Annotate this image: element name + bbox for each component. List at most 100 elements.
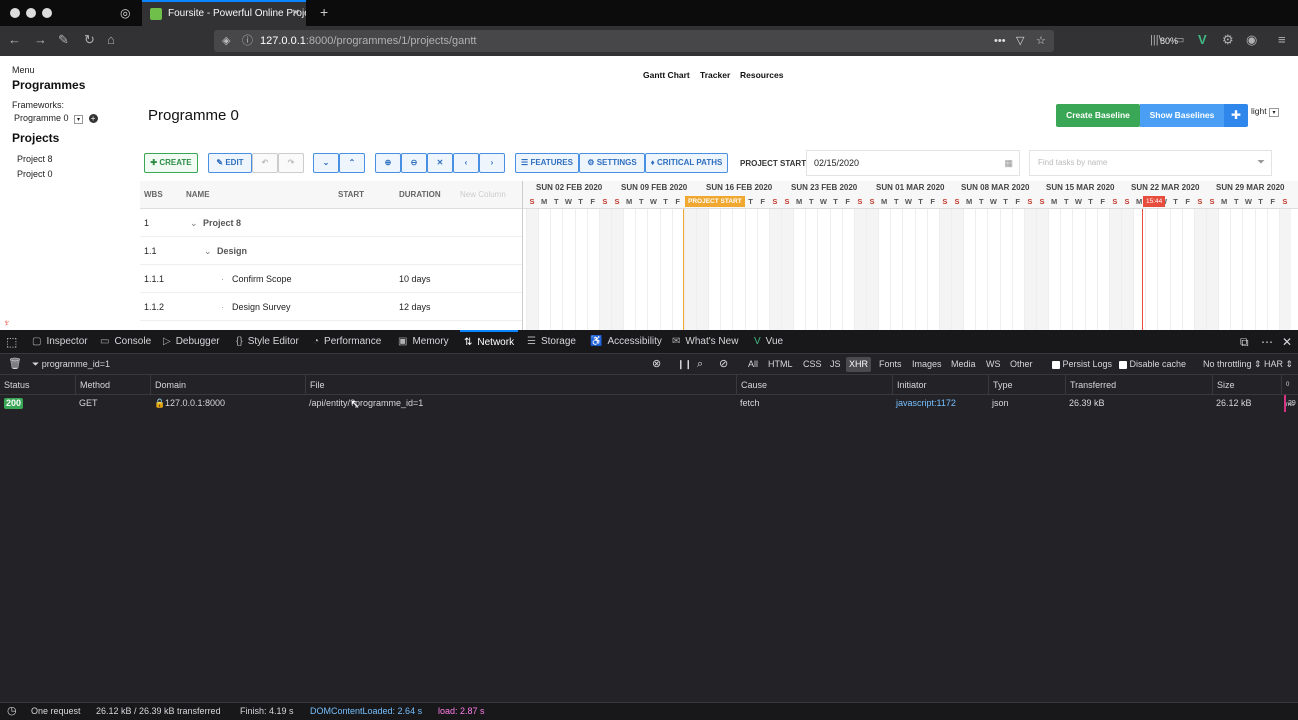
clear-filter-icon[interactable]: ⊗ xyxy=(652,354,661,375)
bookmark-star-icon[interactable]: ☆ xyxy=(1036,30,1046,52)
pocket-icon[interactable]: ▽ xyxy=(1016,30,1024,52)
table-row[interactable]: 1.1.2 · Design Survey 12 days xyxy=(140,293,522,321)
add-baseline-button[interactable]: ✚ xyxy=(1224,104,1248,127)
critical-paths-button[interactable]: ♦ CRITICAL PATHS xyxy=(645,153,728,173)
request-initiator-link[interactable]: javascript:1172 xyxy=(896,395,956,412)
column-header-size[interactable]: Size xyxy=(1212,375,1235,395)
table-row[interactable]: 1.1 ⌄ Design xyxy=(140,237,522,265)
filter-images[interactable]: Images xyxy=(912,354,942,375)
task-search-input[interactable]: Find tasks by name ⏷ xyxy=(1029,150,1272,176)
calendar-icon[interactable]: ▦ xyxy=(1004,151,1013,175)
browser-tab-active[interactable]: Foursite - Powerful Online Proje ✕ xyxy=(142,0,306,26)
more-options-icon[interactable]: ⋯ xyxy=(1261,330,1273,354)
search-icon[interactable]: ⌕ xyxy=(697,354,703,375)
show-baselines-button[interactable]: Show Baselines xyxy=(1140,104,1224,127)
menu-icon[interactable]: ≡ xyxy=(1278,33,1286,47)
tab-accessibility[interactable]: ♿ Accessibility xyxy=(590,330,662,354)
tab-storage[interactable]: ☰ Storage xyxy=(527,330,576,354)
pause-icon[interactable]: ❙❙ xyxy=(677,354,692,375)
column-header-timeline[interactable]: 0 ms xyxy=(1281,375,1298,408)
filter-media[interactable]: Media xyxy=(951,354,976,375)
previous-button[interactable]: ‹ xyxy=(453,153,479,173)
table-row[interactable]: 1.1.1 · Confirm Scope 10 days xyxy=(140,265,522,293)
column-header-duration[interactable]: DURATION xyxy=(399,181,441,209)
gantt-timeline[interactable]: SUN 02 FEB 2020 S M T W T F S SUN 09 FEB 2020 S M T… xyxy=(522,181,1298,330)
column-header-type[interactable]: Type xyxy=(988,375,1013,395)
column-header-method[interactable]: Method xyxy=(75,375,110,395)
shield-icon[interactable]: ◈ xyxy=(222,30,230,52)
column-header-file[interactable]: File xyxy=(305,375,325,395)
chevron-down-icon[interactable]: ▾ xyxy=(74,115,84,124)
column-header-transferred[interactable]: Transferred xyxy=(1065,375,1116,395)
address-bar[interactable]: ◈ ⓘ 127.0.0.1:8000/programmes/1/projects… xyxy=(214,30,1178,52)
persist-logs-checkbox[interactable]: Persist Logs xyxy=(1052,354,1112,375)
tab-whats-new[interactable]: ✉ What's New xyxy=(672,330,738,354)
vue-extension-icon[interactable]: V xyxy=(1198,33,1207,47)
table-row[interactable]: 200 GET 🔒 127.0.0.1:8000 /api/entity/?pr… xyxy=(0,395,1298,412)
account-icon[interactable]: ◉ xyxy=(1246,33,1257,47)
tab-performance[interactable]: ◔ Performance xyxy=(313,330,381,354)
url-filter-input[interactable]: ⏷ programme_id=1 xyxy=(32,354,666,375)
filter-other[interactable]: Other xyxy=(1010,354,1033,375)
sidebar-item-project-0[interactable]: Project 0 xyxy=(17,169,53,179)
checkbox-box[interactable] xyxy=(1119,360,1127,369)
theme-select[interactable]: light ▾ xyxy=(1251,106,1279,117)
sidebar-item-project-8[interactable]: Project 8 xyxy=(17,154,53,164)
zoom-in-button[interactable]: ⊕ xyxy=(375,153,401,173)
home-icon[interactable]: ⌂ xyxy=(107,33,115,47)
wrench-icon[interactable]: ✎ xyxy=(58,33,69,47)
collapse-all-button[interactable]: ⌃ xyxy=(339,153,365,173)
info-icon[interactable]: ⓘ xyxy=(242,30,253,52)
column-header-new-column[interactable]: New Column xyxy=(460,181,506,209)
throttling-select[interactable]: No throttling ⇕ xyxy=(1203,354,1262,375)
create-baseline-button[interactable]: Create Baseline xyxy=(1056,104,1140,127)
block-icon[interactable]: ⊘ xyxy=(719,354,728,375)
nav-resources[interactable]: Resources xyxy=(740,70,783,80)
chevron-down-icon[interactable]: ▾ xyxy=(1268,108,1279,117)
new-tab-icon[interactable]: + xyxy=(320,4,328,20)
add-programme-icon[interactable]: + xyxy=(88,114,98,123)
globe-icon[interactable]: ◎ xyxy=(120,6,130,20)
filter-js[interactable]: JS xyxy=(830,354,841,375)
filter-xhr[interactable]: XHR xyxy=(846,357,872,372)
filter-html[interactable]: HTML xyxy=(768,354,793,375)
minimize-window-dot[interactable] xyxy=(26,8,36,18)
dock-icon[interactable]: ⧉ xyxy=(1240,330,1249,354)
column-header-name[interactable]: NAME xyxy=(186,181,210,209)
next-button[interactable]: › xyxy=(479,153,505,173)
element-picker-icon[interactable]: ⬚ xyxy=(6,330,17,354)
zoom-fit-button[interactable]: ✕ xyxy=(427,153,453,173)
filter-icon[interactable]: ⏷ xyxy=(1257,151,1265,175)
column-header-domain[interactable]: Domain xyxy=(150,375,186,395)
menu-label[interactable]: Menu xyxy=(12,65,35,75)
tab-debugger[interactable]: ▷ Debugger xyxy=(163,330,220,354)
reload-icon[interactable]: ↻ xyxy=(84,33,95,47)
settings-button[interactable]: ⚙ SETTINGS xyxy=(579,153,645,173)
edit-button[interactable]: ✎ EDIT xyxy=(208,153,252,173)
back-icon[interactable]: ← xyxy=(8,33,21,47)
tab-close-icon[interactable]: ✕ xyxy=(292,2,300,26)
laravel-debugbar-icon[interactable]: ♆ xyxy=(3,318,11,329)
column-header-start[interactable]: START xyxy=(338,181,364,209)
clear-trash-icon[interactable]: 🗑 xyxy=(8,354,22,375)
expand-all-button[interactable]: ⌄ xyxy=(313,153,339,173)
tab-console[interactable]: ▭ Console xyxy=(100,330,151,354)
library-icon[interactable]: |||\ xyxy=(1150,33,1162,47)
disable-cache-checkbox[interactable]: Disable cache xyxy=(1119,354,1186,375)
column-header-cause[interactable]: Cause xyxy=(736,375,767,395)
column-header-status[interactable]: Status xyxy=(0,375,30,395)
performance-analysis-icon[interactable]: ◷ xyxy=(7,703,17,720)
checkbox-box[interactable] xyxy=(1052,360,1060,369)
maximize-window-dot[interactable] xyxy=(42,8,52,18)
nav-tracker[interactable]: Tracker xyxy=(700,70,730,80)
close-window-dot[interactable] xyxy=(10,8,20,18)
column-header-wbs[interactable]: WBS xyxy=(144,181,163,209)
tab-inspector[interactable]: ▢ Inspector xyxy=(32,330,88,354)
create-button[interactable]: ✚ CREATE xyxy=(144,153,198,173)
features-button[interactable]: ☰ FEATURES xyxy=(515,153,579,173)
filter-ws[interactable]: WS xyxy=(986,354,1001,375)
project-start-date-input[interactable]: 02/15/2020 ▦ xyxy=(806,150,1020,176)
sidebar-icon[interactable]: ▭ xyxy=(1174,33,1184,47)
nav-gantt-chart[interactable]: Gantt Chart xyxy=(643,70,690,80)
filter-fonts[interactable]: Fonts xyxy=(879,354,902,375)
